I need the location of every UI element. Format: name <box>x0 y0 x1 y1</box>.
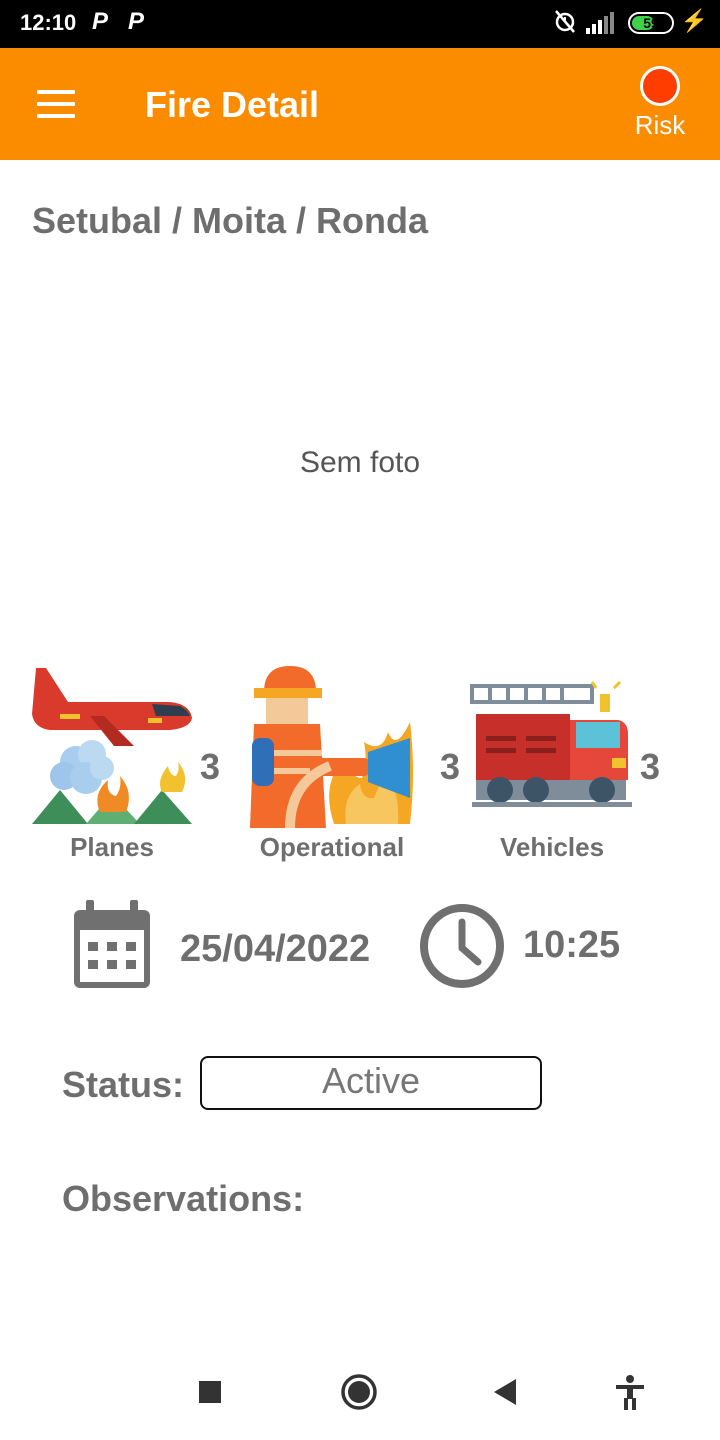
recent-apps-icon[interactable] <box>188 1370 232 1414</box>
fire-date: 25/04/2022 <box>180 928 371 970</box>
fire-time: 10:25 <box>523 924 621 966</box>
battery-icon: 59 <box>628 12 674 34</box>
risk-indicator-icon <box>640 66 680 106</box>
menu-icon <box>37 90 75 94</box>
accessibility-icon[interactable] <box>608 1370 652 1414</box>
calendar-icon <box>74 900 150 988</box>
photo-placeholder: Sem foto <box>299 446 421 479</box>
signal-icon <box>586 12 614 34</box>
airplane-icon <box>32 668 192 824</box>
fire-truck-icon <box>470 680 632 807</box>
observations-label: Observations: <box>62 1178 305 1219</box>
status-field[interactable]: Active <box>200 1056 542 1110</box>
vehicles-label: Vehicles <box>499 832 605 862</box>
notification-icon: P <box>92 8 109 35</box>
menu-icon-bar <box>37 114 75 118</box>
system-nav-bar <box>0 1344 720 1440</box>
status-bar: 12:10 P P 59 ⚡ <box>0 0 720 48</box>
clock-icon <box>420 904 504 988</box>
battery-level: 59 <box>643 15 659 31</box>
operational-label: Operational <box>259 832 405 862</box>
notification-icon: P <box>128 8 145 35</box>
menu-button[interactable] <box>28 82 84 126</box>
fire-location: Setubal / Moita / Ronda <box>32 200 429 241</box>
charging-icon: ⚡ <box>680 8 708 33</box>
page-title: Fire Detail <box>145 84 320 125</box>
fire-photo: Sem foto <box>0 260 720 660</box>
app-bar: Fire Detail Risk <box>0 48 720 160</box>
risk-label: Risk <box>634 110 686 140</box>
status-time: 12:10 <box>20 10 77 35</box>
operational-count: 3 <box>440 746 461 787</box>
firefighter-icon <box>250 662 414 828</box>
planes-count: 3 <box>200 746 221 787</box>
home-icon[interactable] <box>337 1370 381 1414</box>
alarm-off-icon <box>552 8 578 40</box>
vehicles-count: 3 <box>640 746 661 787</box>
back-icon[interactable] <box>484 1370 528 1414</box>
planes-label: Planes <box>70 832 154 862</box>
status-label: Status: <box>62 1064 185 1105</box>
risk-button[interactable]: Risk <box>628 62 692 148</box>
menu-icon-bar <box>37 102 75 106</box>
